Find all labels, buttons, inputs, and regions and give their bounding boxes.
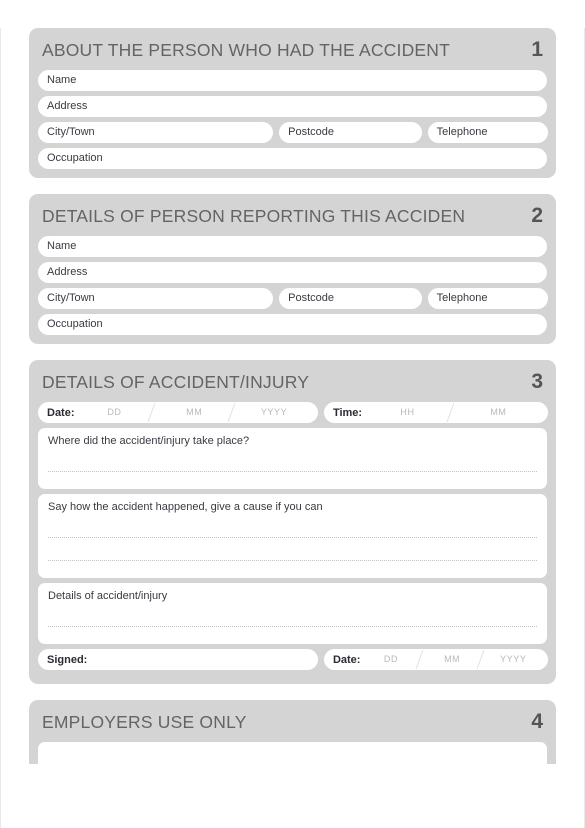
accident-date-yyyy[interactable]: YYYY (234, 402, 314, 423)
signed-label: Signed: (47, 653, 88, 666)
how-textbox[interactable]: Say how the accident happened, give a ca… (38, 494, 547, 578)
section-person-reporting: DETAILS OF PERSON REPORTING THIS ACCIDEN… (29, 194, 556, 344)
how-write-line-1[interactable] (48, 515, 537, 538)
section-employers-use-only: EMPLOYERS USE ONLY 4 (29, 700, 556, 764)
address-row: Address (38, 262, 547, 283)
occupation-row: Occupation (38, 314, 547, 335)
reporter-address-field[interactable]: Address (38, 262, 547, 283)
reporter-postcode-field[interactable]: Postcode (279, 288, 422, 309)
reporter-occupation-field[interactable]: Occupation (38, 314, 547, 335)
accident-date-group[interactable]: Date: DD MM YYYY (38, 402, 318, 423)
signed-date-mm[interactable]: MM (422, 649, 483, 670)
name-row: Name (38, 236, 547, 257)
reporter-city-field[interactable]: City/Town (38, 288, 274, 309)
signed-date-group[interactable]: Date: DD MM YYYY (323, 649, 548, 670)
section-3-number: 3 (531, 370, 543, 393)
where-label: Where did the accident/injury take place… (48, 435, 250, 447)
accident-date-dd[interactable]: DD (75, 402, 155, 423)
section-3-header: DETAILS OF ACCIDENT/INJURY 3 (38, 368, 547, 402)
where-spacer (48, 472, 537, 483)
accident-time-mm[interactable]: MM (453, 402, 544, 423)
section-4-title: EMPLOYERS USE ONLY (42, 712, 247, 732)
section-2-number: 2 (531, 204, 543, 227)
section-2-header: DETAILS OF PERSON REPORTING THIS ACCIDEN… (38, 202, 547, 236)
details-textbox[interactable]: Details of accident/injury (38, 583, 547, 644)
name-row: Name (38, 70, 547, 91)
signed-date-dd[interactable]: DD (360, 649, 421, 670)
occupation-field[interactable]: Occupation (38, 148, 547, 169)
city-postcode-telephone-row: City/Town Postcode Telephone (38, 288, 548, 309)
signed-date-yyyy[interactable]: YYYY (483, 649, 544, 670)
how-label: Say how the accident happened, give a ca… (48, 501, 323, 513)
accident-time-group[interactable]: Time: HH MM (323, 402, 548, 423)
accident-date-time-row: Date: DD MM YYYY Time: HH MM (38, 402, 548, 423)
section-4-number: 4 (531, 710, 543, 733)
signed-date-row: Signed: Date: DD MM YYYY (38, 649, 548, 670)
city-postcode-telephone-row: City/Town Postcode Telephone (38, 122, 548, 143)
accident-time-hh[interactable]: HH (362, 402, 453, 423)
reporter-telephone-field[interactable]: Telephone (427, 288, 548, 309)
reporter-name-field[interactable]: Name (38, 236, 547, 257)
section-4-body (38, 742, 547, 764)
section-1-title: ABOUT THE PERSON WHO HAD THE ACCIDENT (42, 40, 451, 60)
where-write-line[interactable] (48, 449, 537, 472)
details-label: Details of accident/injury (48, 590, 168, 602)
name-field[interactable]: Name (38, 70, 547, 91)
section-2-title: DETAILS OF PERSON REPORTING THIS ACCIDEN (42, 206, 466, 226)
section-accident-details: DETAILS OF ACCIDENT/INJURY 3 Date: DD MM… (29, 360, 556, 684)
how-spacer (48, 561, 537, 572)
accident-report-form: ABOUT THE PERSON WHO HAD THE ACCIDENT 1 … (0, 28, 585, 828)
signed-group[interactable]: Signed: (38, 649, 318, 670)
signed-date-label: Date: (332, 653, 361, 666)
section-1-header: ABOUT THE PERSON WHO HAD THE ACCIDENT 1 (38, 36, 547, 70)
accident-date-label: Date: (47, 406, 75, 419)
accident-time-label: Time: (332, 406, 363, 419)
section-1-number: 1 (531, 38, 543, 61)
city-field[interactable]: City/Town (38, 122, 274, 143)
how-write-line-2[interactable] (48, 538, 537, 561)
postcode-field[interactable]: Postcode (279, 122, 422, 143)
details-spacer (48, 627, 537, 638)
address-row: Address (38, 96, 547, 117)
section-person-had-accident: ABOUT THE PERSON WHO HAD THE ACCIDENT 1 … (29, 28, 556, 178)
section-3-title: DETAILS OF ACCIDENT/INJURY (42, 372, 310, 392)
accident-date-mm[interactable]: MM (154, 402, 234, 423)
address-field[interactable]: Address (38, 96, 547, 117)
where-textbox[interactable]: Where did the accident/injury take place… (38, 428, 547, 489)
telephone-field[interactable]: Telephone (427, 122, 548, 143)
section-4-header: EMPLOYERS USE ONLY 4 (38, 708, 547, 742)
occupation-row: Occupation (38, 148, 547, 169)
details-write-line[interactable] (48, 604, 537, 627)
